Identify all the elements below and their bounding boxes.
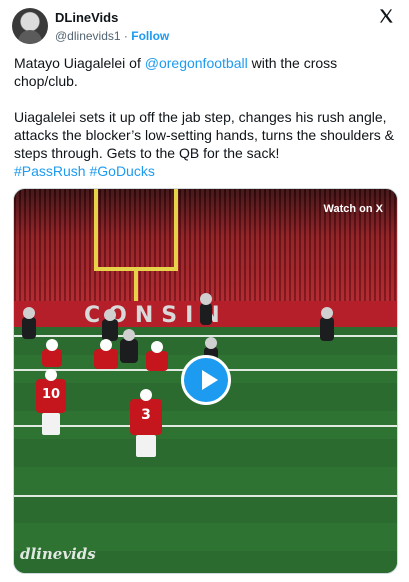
player (42, 339, 62, 367)
watch-on-x-label[interactable]: Watch on X (324, 203, 383, 215)
tweet-paragraph-1: Matayo Uiagalelei of @oregonfootball wit… (14, 54, 396, 90)
author-display-name[interactable]: DLineVids (55, 10, 169, 26)
hashtag-row: #PassRush #GoDucks (14, 162, 396, 180)
jersey-number: 3 (141, 407, 151, 423)
player (200, 293, 212, 325)
separator-dot: · (123, 29, 128, 43)
jersey-number: 10 (41, 387, 61, 402)
goalpost (134, 269, 138, 301)
yard-line (14, 425, 397, 427)
player (22, 307, 36, 339)
tweet-paragraph-2: Uiagalelei sets it up off the jab step, … (14, 109, 395, 161)
author-handle-row: @dlinevids1 · Follow (55, 28, 169, 44)
player (102, 309, 118, 341)
video-watermark: dlinevids (20, 545, 96, 563)
follow-button[interactable]: Follow (131, 29, 169, 43)
avatar[interactable] (12, 8, 48, 44)
x-logo-icon[interactable] (378, 8, 394, 24)
tweet-header: DLineVids @dlinevids1 · Follow (12, 6, 398, 46)
player (94, 339, 118, 369)
author-handle[interactable]: @dlinevids1 (55, 29, 121, 43)
player (120, 329, 138, 363)
player: 10 (36, 369, 66, 435)
goalpost (94, 189, 98, 269)
author-info: DLineVids @dlinevids1 · Follow (55, 10, 169, 44)
tweet-text-segment: Matayo Uiagalelei of (14, 55, 145, 71)
yard-line (14, 335, 397, 337)
yard-line (14, 495, 397, 497)
play-icon[interactable] (181, 355, 231, 405)
player: 3 (130, 389, 162, 457)
hashtag-link[interactable]: #GoDucks (89, 163, 154, 179)
player (146, 341, 168, 371)
hashtag-link[interactable]: #PassRush (14, 163, 86, 179)
mention-link[interactable]: @oregonfootball (145, 55, 248, 71)
goalpost (174, 189, 178, 269)
player (320, 307, 334, 341)
tweet-card: DLineVids @dlinevids1 · Follow Matayo Ui… (0, 0, 409, 582)
tweet-body: Matayo Uiagalelei of @oregonfootball wit… (14, 54, 396, 180)
video-player[interactable]: CONSIN 10 3 Watch on X dlinevids (13, 188, 398, 574)
